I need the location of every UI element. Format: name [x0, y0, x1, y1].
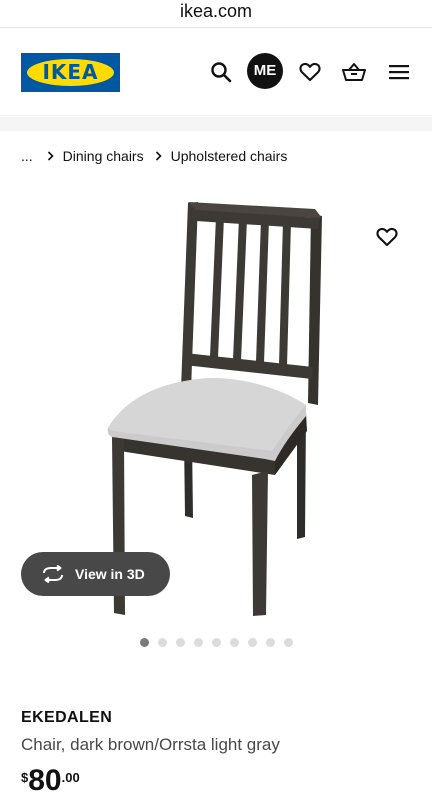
- header-divider: [0, 117, 432, 131]
- pagination-dot[interactable]: [212, 638, 221, 647]
- price-decimal: .00: [61, 770, 80, 785]
- ikea-logo[interactable]: IKEA: [21, 53, 120, 92]
- breadcrumb-dining-chairs[interactable]: Dining chairs: [63, 148, 144, 164]
- pagination-dot[interactable]: [266, 638, 275, 647]
- breadcrumb: ... Dining chairs Upholstered chairs: [21, 145, 287, 167]
- add-to-favourites-button[interactable]: [371, 223, 403, 251]
- browser-url-bar[interactable]: ikea.com: [0, 0, 432, 28]
- rotate-3d-icon: [43, 565, 63, 583]
- pagination-dot[interactable]: [158, 638, 167, 647]
- breadcrumb-upholstered-chairs[interactable]: Upholstered chairs: [171, 148, 288, 164]
- product-name: EKEDALEN: [21, 709, 113, 726]
- chevron-right-icon: [47, 151, 54, 161]
- search-icon: [211, 62, 232, 83]
- price-integer: 80: [28, 764, 62, 797]
- chevron-right-icon: [155, 151, 162, 161]
- heart-icon: [299, 62, 321, 82]
- product-description: Chair, dark brown/Orrsta light gray: [21, 735, 280, 754]
- pagination-dot[interactable]: [230, 638, 239, 647]
- heart-icon: [376, 227, 398, 247]
- favourites-button[interactable]: [292, 54, 328, 90]
- pagination-dot[interactable]: [248, 638, 257, 647]
- menu-icon: [389, 65, 409, 80]
- view-in-3d-button[interactable]: View in 3D: [21, 552, 170, 596]
- site-header: IKEA ME: [0, 28, 432, 116]
- menu-button[interactable]: [381, 54, 417, 90]
- logo-text: IKEA: [42, 60, 99, 84]
- pagination-dot[interactable]: [284, 638, 293, 647]
- pagination-dot[interactable]: [140, 638, 149, 647]
- price-currency: $: [21, 770, 29, 785]
- url-text: ikea.com: [179, 1, 253, 21]
- account-button[interactable]: ME: [247, 53, 283, 89]
- basket-icon: [342, 63, 366, 81]
- gallery-pagination: [140, 638, 302, 647]
- pagination-dot[interactable]: [194, 638, 203, 647]
- view-in-3d-label: View in 3D: [75, 566, 145, 582]
- basket-button[interactable]: [336, 54, 372, 90]
- breadcrumb-ellipsis[interactable]: ...: [21, 148, 33, 164]
- search-button[interactable]: [203, 54, 239, 90]
- product-price: $ 80 .00: [21, 764, 80, 797]
- pagination-dot[interactable]: [176, 638, 185, 647]
